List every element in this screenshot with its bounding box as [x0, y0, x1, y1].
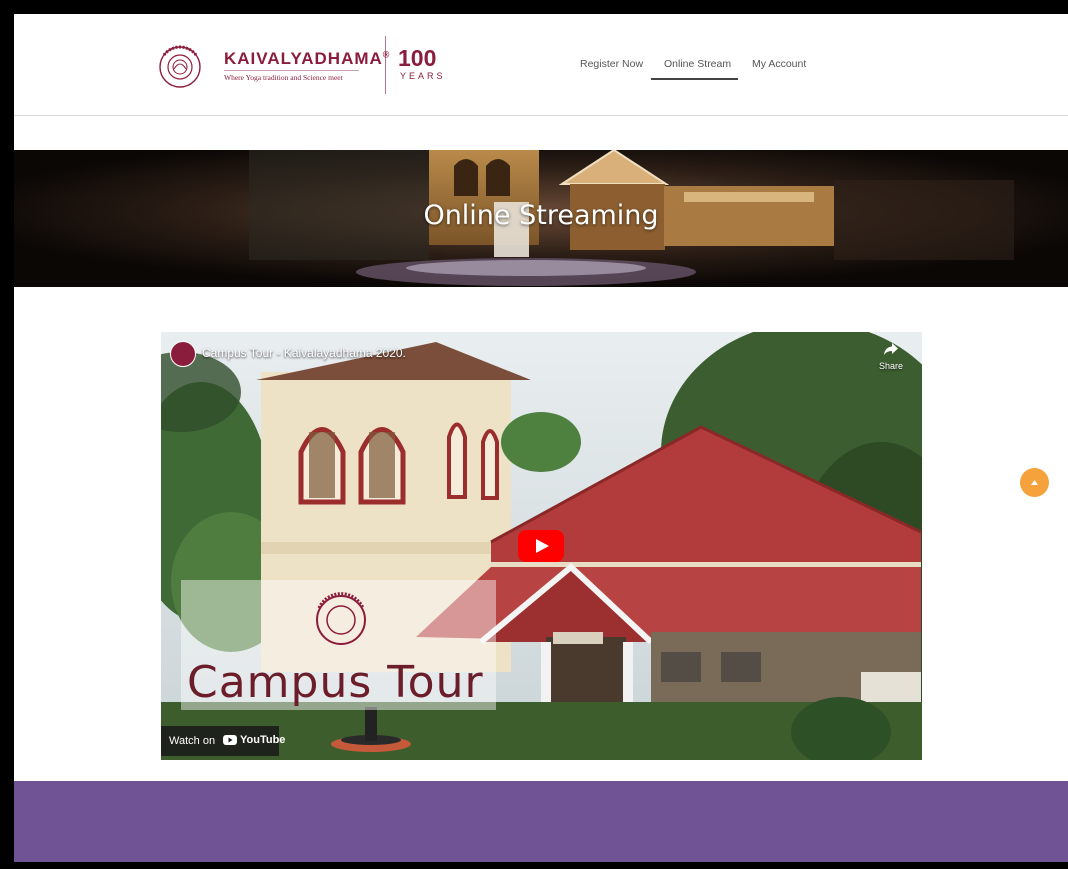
youtube-wordmark: YouTube — [240, 734, 286, 746]
share-button[interactable]: Share — [873, 342, 909, 371]
kaivalyadhama-seal-logo[interactable] — [158, 41, 202, 93]
nav-online-stream[interactable]: Online Stream — [664, 58, 731, 70]
share-label: Share — [878, 361, 904, 371]
brand-rule — [224, 70, 359, 71]
browser-viewport: KAIVALYADHAMA® Where Yoga tradition and … — [14, 14, 1068, 862]
watch-on-label: Watch on — [169, 735, 216, 747]
centenary-number: 100 — [398, 45, 437, 71]
video-overlay-title: Campus Tour — [187, 657, 484, 708]
channel-avatar[interactable] — [170, 341, 196, 367]
share-arrow-icon — [884, 343, 898, 355]
youtube-video-embed[interactable]: Campus Tour - Kaivalayadhama 2020. Share… — [161, 332, 922, 760]
brand-tagline: Where Yoga tradition and Science meet — [224, 73, 343, 82]
brand-name[interactable]: KAIVALYADHAMA® — [224, 49, 390, 69]
scroll-to-top-button[interactable] — [1020, 468, 1049, 497]
video-title-link[interactable]: Campus Tour - Kaivalayadhama 2020. — [202, 346, 406, 360]
play-button-icon[interactable] — [518, 530, 564, 562]
site-header: KAIVALYADHAMA® Where Yoga tradition and … — [14, 14, 1068, 116]
chevron-up-icon — [1031, 480, 1038, 485]
page-title: Online Streaming — [423, 200, 659, 231]
nav-register-now[interactable]: Register Now — [580, 58, 643, 70]
nav-active-indicator — [651, 78, 738, 80]
brand-divider — [385, 36, 386, 94]
centenary-label: YEARS — [400, 71, 446, 81]
hero-banner: Online Streaming — [14, 150, 1068, 287]
footer-band — [14, 781, 1068, 862]
watch-on-youtube-button[interactable]: Watch on YouTube — [161, 726, 285, 756]
youtube-logo-icon — [223, 735, 237, 745]
nav-my-account[interactable]: My Account — [752, 58, 806, 70]
